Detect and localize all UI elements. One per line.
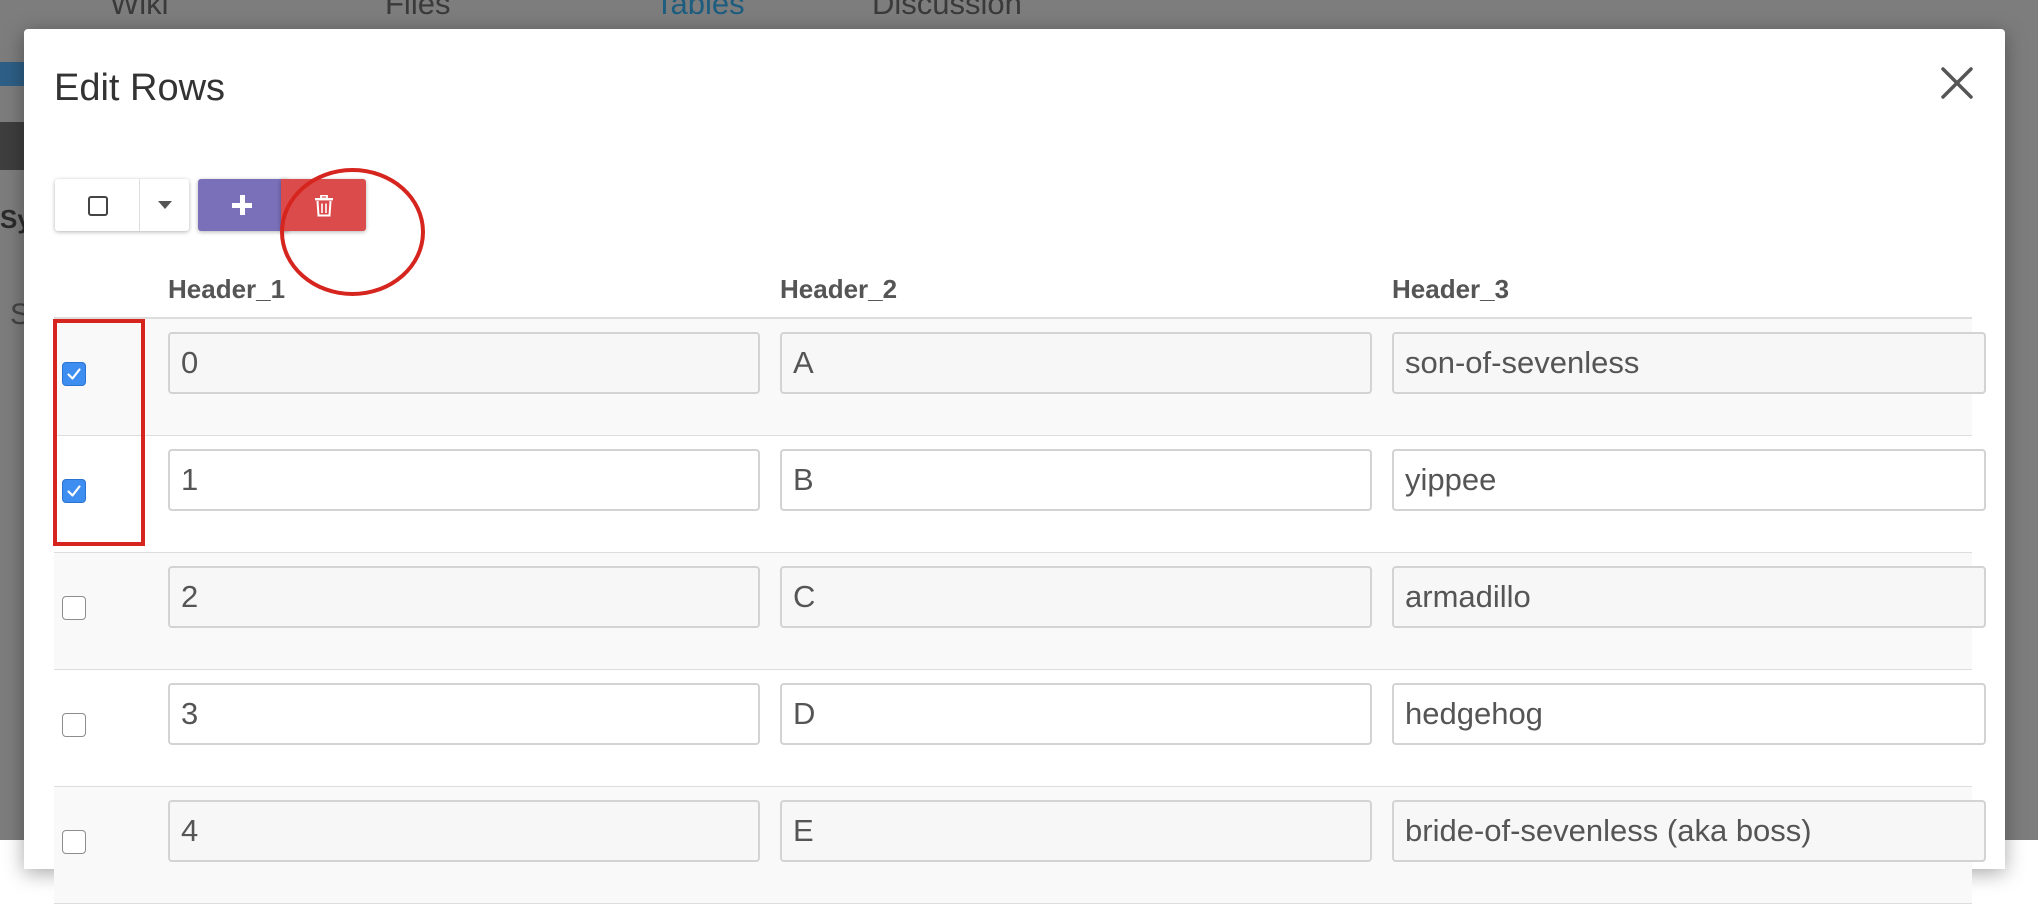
background-list-icon bbox=[0, 122, 24, 170]
cell-input[interactable]: D bbox=[780, 683, 1372, 745]
table-row: 2 C armadillo bbox=[54, 553, 1986, 670]
background-table-icon bbox=[0, 62, 24, 86]
add-row-button[interactable] bbox=[198, 179, 288, 231]
select-options-dropdown[interactable] bbox=[140, 179, 189, 231]
cell-input[interactable]: yippee bbox=[1392, 449, 1986, 511]
table-row: 0 A son-of-sevenless bbox=[54, 319, 1986, 436]
cell-input[interactable]: hedgehog bbox=[1392, 683, 1986, 745]
background-tab-discussion: Discussion bbox=[872, 0, 1022, 21]
select-all-group bbox=[55, 179, 189, 231]
table-header: Header_1 Header_2 Header_3 bbox=[54, 269, 1972, 319]
checkmark-icon bbox=[67, 485, 81, 497]
modal-title: Edit Rows bbox=[54, 67, 226, 109]
checkmark-icon bbox=[67, 368, 81, 380]
table-row: 3 D hedgehog bbox=[54, 670, 1986, 787]
column-header-2: Header_2 bbox=[780, 274, 898, 304]
rows-table: Header_1 Header_2 Header_3 0 A son-of-se… bbox=[54, 269, 1986, 904]
row-checkbox[interactable] bbox=[62, 362, 86, 386]
edit-rows-modal: Edit Rows Header_1 Header_2 Header_3 0 A… bbox=[24, 29, 2005, 904]
cell-input[interactable]: E bbox=[780, 800, 1372, 862]
row-checkbox[interactable] bbox=[62, 596, 86, 620]
close-icon bbox=[1941, 67, 1973, 99]
cell-input[interactable]: 0 bbox=[168, 332, 760, 394]
cell-input[interactable]: 1 bbox=[168, 449, 760, 511]
background-tab-wiki: Wiki bbox=[110, 0, 169, 21]
column-header-1: Header_1 bbox=[168, 274, 286, 304]
background-tab-files: Files bbox=[385, 0, 451, 21]
table-row: 1 B yippee bbox=[54, 436, 1986, 553]
caret-down-icon bbox=[158, 201, 172, 209]
table-row: 4 E bride-of-sevenless (aka boss) bbox=[54, 787, 1986, 904]
cell-input[interactable]: armadillo bbox=[1392, 566, 1986, 628]
background-tab-tables: Tables bbox=[655, 0, 745, 21]
cell-input[interactable]: son-of-sevenless bbox=[1392, 332, 1986, 394]
checkbox-square-icon bbox=[88, 196, 108, 216]
row-checkbox[interactable] bbox=[62, 713, 86, 737]
row-checkbox[interactable] bbox=[62, 479, 86, 503]
column-header-3: Header_3 bbox=[1392, 274, 1510, 304]
close-button[interactable] bbox=[1937, 63, 1977, 103]
cell-input[interactable]: C bbox=[780, 566, 1372, 628]
row-checkbox[interactable] bbox=[62, 830, 86, 854]
trash-icon bbox=[315, 195, 333, 217]
cell-input[interactable]: 4 bbox=[168, 800, 760, 862]
select-all-checkbox[interactable] bbox=[55, 179, 140, 231]
cell-input[interactable]: B bbox=[780, 449, 1372, 511]
cell-input[interactable]: bride-of-sevenless (aka boss) bbox=[1392, 800, 1986, 862]
cell-input[interactable]: 3 bbox=[168, 683, 760, 745]
delete-rows-button[interactable] bbox=[281, 179, 366, 231]
cell-input[interactable]: A bbox=[780, 332, 1372, 394]
cell-input[interactable]: 2 bbox=[168, 566, 760, 628]
